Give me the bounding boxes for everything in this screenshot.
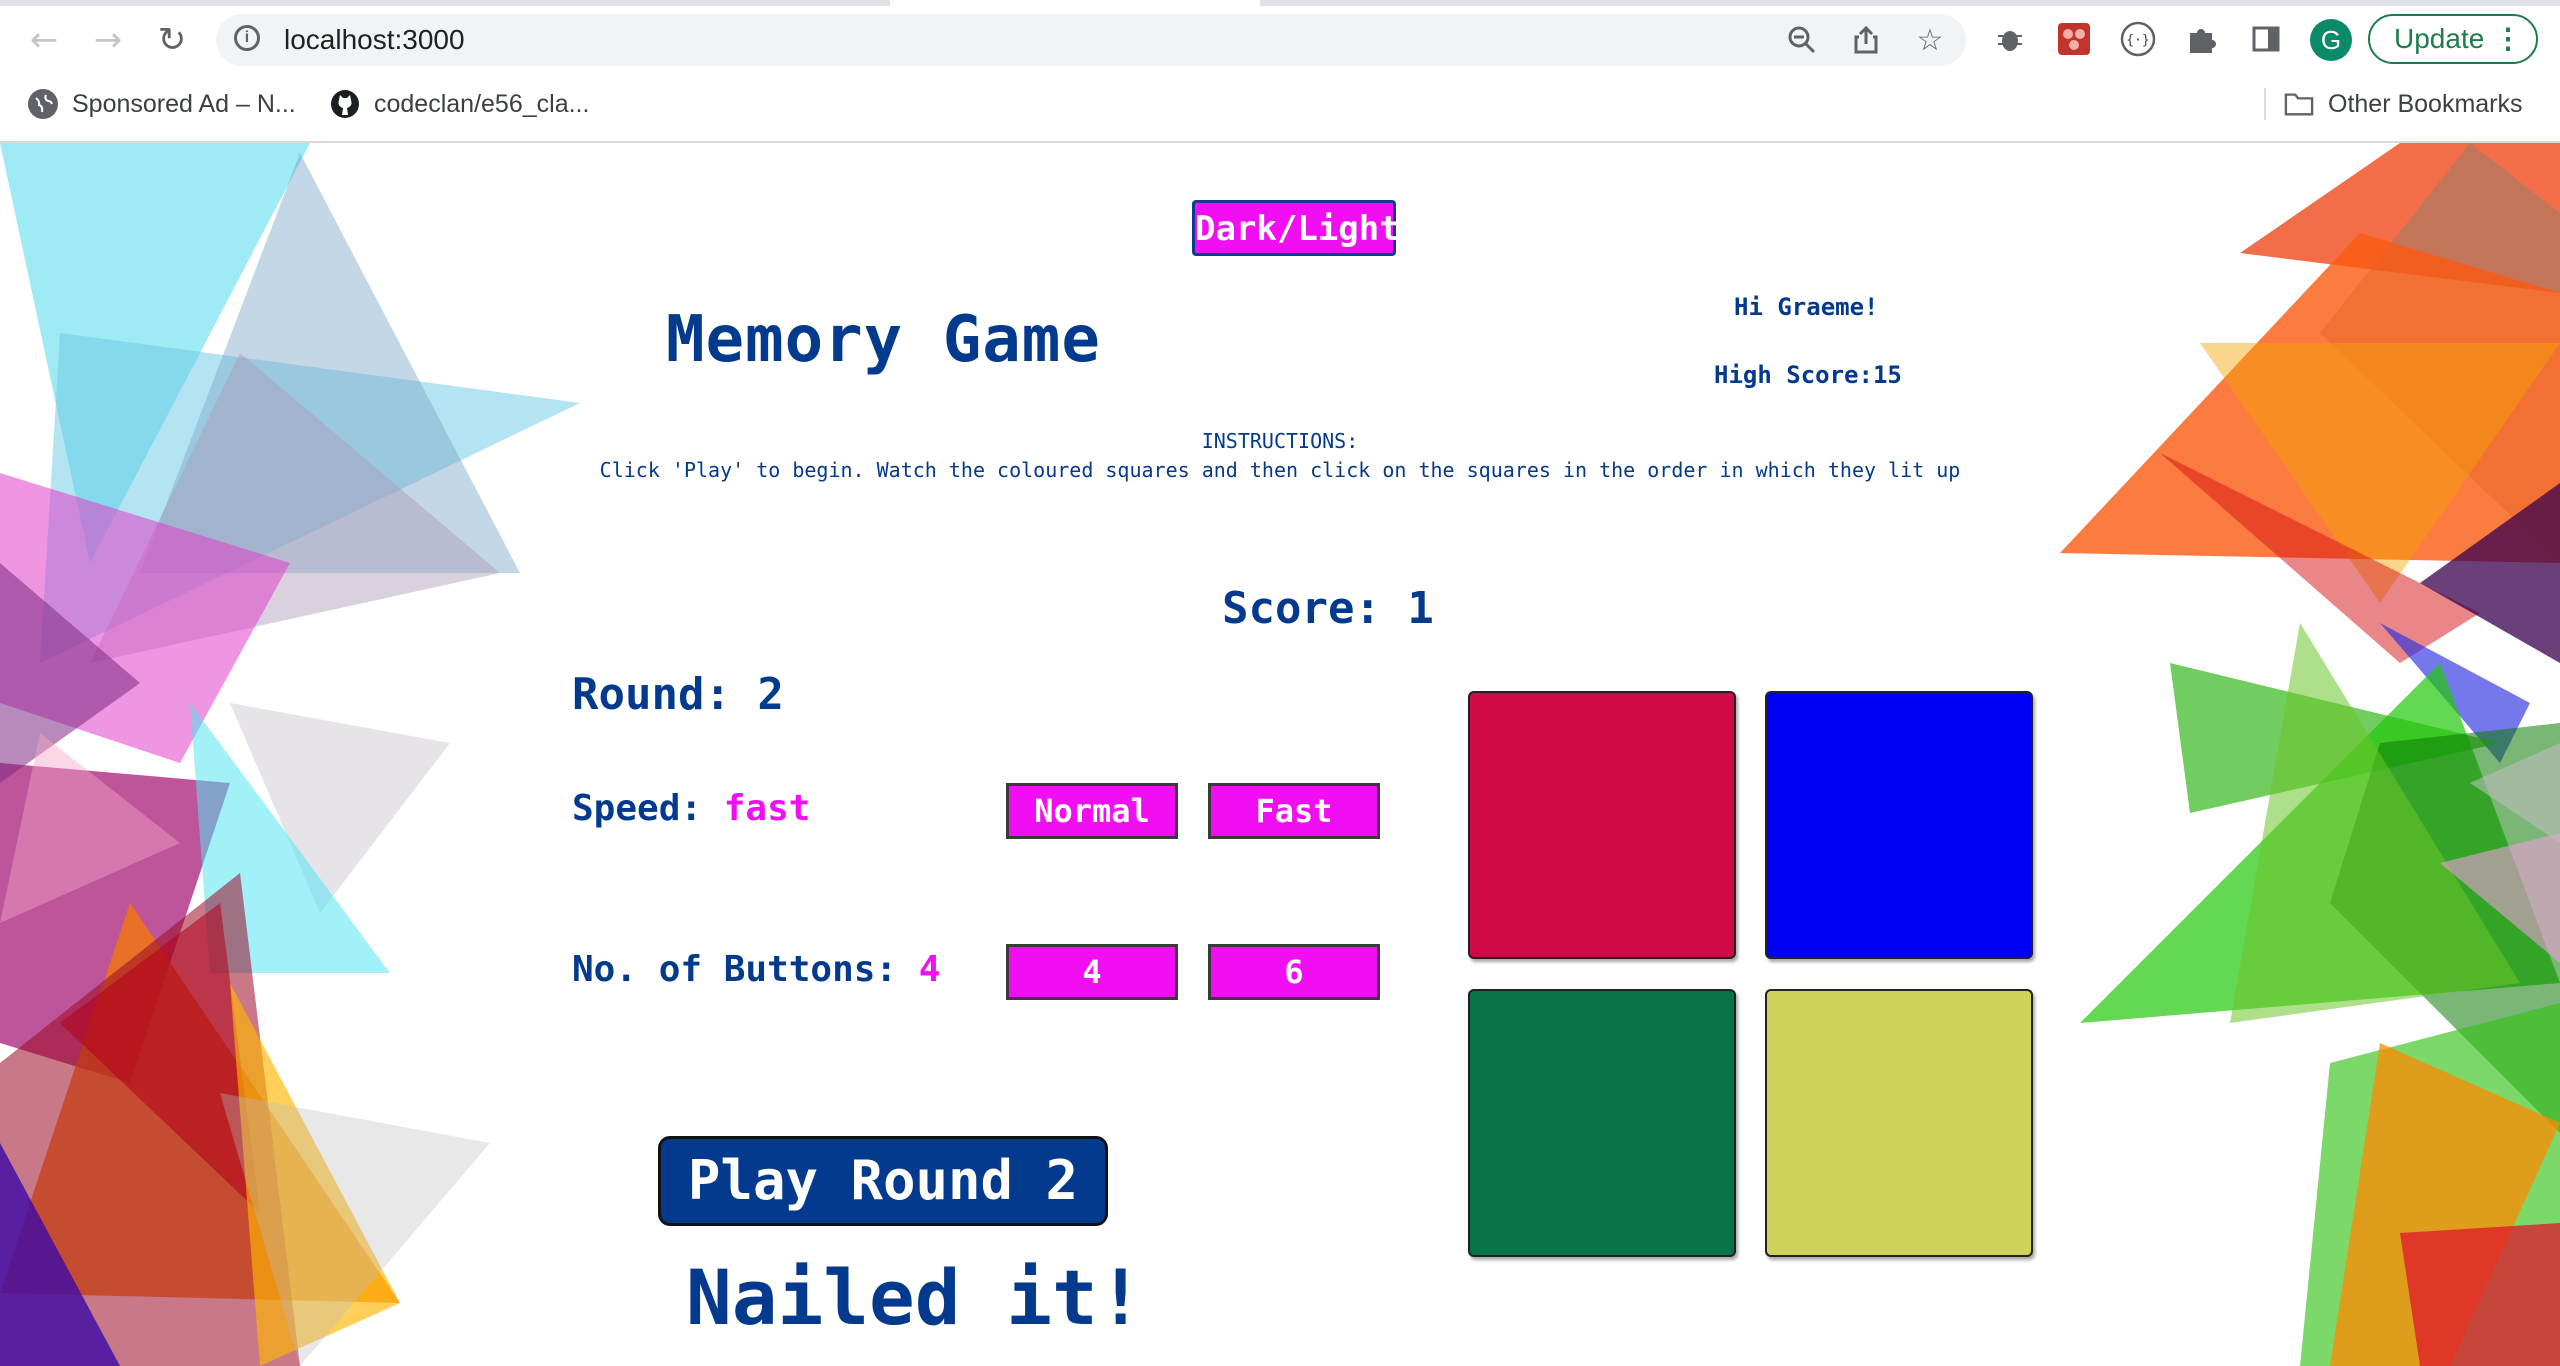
svg-text:{·}: {·} xyxy=(2126,33,2149,48)
speed-value: fast xyxy=(723,788,811,829)
instructions-text: Click 'Play' to begin. Watch the coloure… xyxy=(599,458,1961,482)
user-greeting: Hi Graeme! xyxy=(1734,293,1879,321)
game-square-blue[interactable] xyxy=(1765,691,2033,959)
folder-icon xyxy=(2284,89,2314,119)
site-info-icon[interactable]: i xyxy=(234,25,260,51)
buttons-count-label: No. of Buttons: xyxy=(572,949,919,990)
result-message: Nailed it! xyxy=(686,1253,1144,1342)
active-tab[interactable] xyxy=(890,0,1260,6)
page-title: Memory Game xyxy=(666,303,1101,377)
bookmark-label: codeclan/e56_cla... xyxy=(374,89,590,118)
buttons-count-display: No. of Buttons: 4 xyxy=(572,949,940,990)
red-extension-icon[interactable] xyxy=(2054,19,2094,59)
address-bar[interactable]: i localhost:3000 ☆ xyxy=(216,14,1966,66)
bookmark-github[interactable]: codeclan/e56_cla... xyxy=(330,84,589,124)
forward-icon[interactable]: → xyxy=(86,18,130,62)
github-icon xyxy=(330,89,360,119)
zoom-out-icon[interactable] xyxy=(1784,22,1820,58)
buttons-count-value: 4 xyxy=(918,949,941,990)
back-icon[interactable]: ← xyxy=(22,18,66,62)
instructions-heading: INSTRUCTIONS: xyxy=(1201,429,1359,453)
bug-extension-icon[interactable] xyxy=(1990,19,2030,59)
url-text[interactable]: localhost:3000 xyxy=(284,24,465,56)
game-square-yellow[interactable] xyxy=(1765,989,2033,1257)
round-display: Round: 2 xyxy=(572,669,784,720)
profile-avatar[interactable]: G xyxy=(2310,19,2352,61)
theme-toggle-button[interactable]: Dark/Light xyxy=(1192,200,1400,256)
speed-display: Speed: fast xyxy=(572,788,810,829)
speed-normal-button[interactable]: Normal xyxy=(1006,783,1178,839)
browser-chrome: ← → ↻ i localhost:3000 ☆ {·} G Update ⋮ … xyxy=(0,0,2560,143)
page-viewport: Dark/Light Memory Game Hi Graeme! High S… xyxy=(0,143,2560,1366)
other-bookmarks-label: Other Bookmarks xyxy=(2328,89,2523,118)
side-panel-icon[interactable] xyxy=(2246,19,2286,59)
extensions-puzzle-icon[interactable] xyxy=(2182,19,2222,59)
share-icon[interactable] xyxy=(1848,22,1884,58)
other-bookmarks[interactable]: Other Bookmarks xyxy=(2284,84,2523,124)
bookmark-sponsored[interactable]: Sponsored Ad – N... xyxy=(28,84,296,124)
bookmark-divider xyxy=(2264,88,2266,120)
game-square-red[interactable] xyxy=(1468,691,1736,959)
menu-dots-icon[interactable]: ⋮ xyxy=(2494,16,2522,62)
buttons-6-button[interactable]: 6 xyxy=(1208,944,1380,1000)
speed-label: Speed: xyxy=(572,788,724,829)
high-score: High Score:15 xyxy=(1714,361,1902,389)
buttons-4-button[interactable]: 4 xyxy=(1006,944,1178,1000)
play-round-button[interactable]: Play Round 2 xyxy=(658,1136,1108,1226)
bookmark-label: Sponsored Ad – N... xyxy=(72,89,296,118)
game-square-green[interactable] xyxy=(1468,989,1736,1257)
code-extension-icon[interactable]: {·} xyxy=(2118,19,2158,59)
bookmark-star-icon[interactable]: ☆ xyxy=(1912,22,1948,58)
memory-game-app: Dark/Light Memory Game Hi Graeme! High S… xyxy=(0,143,2560,1366)
globe-icon xyxy=(28,89,58,119)
update-label: Update xyxy=(2394,23,2485,54)
reload-icon[interactable]: ↻ xyxy=(150,18,194,62)
score-display: Score: 1 xyxy=(1222,583,1434,634)
speed-fast-button[interactable]: Fast xyxy=(1208,783,1380,839)
update-button[interactable]: Update ⋮ xyxy=(2368,14,2538,64)
tab-strip xyxy=(0,0,2560,6)
